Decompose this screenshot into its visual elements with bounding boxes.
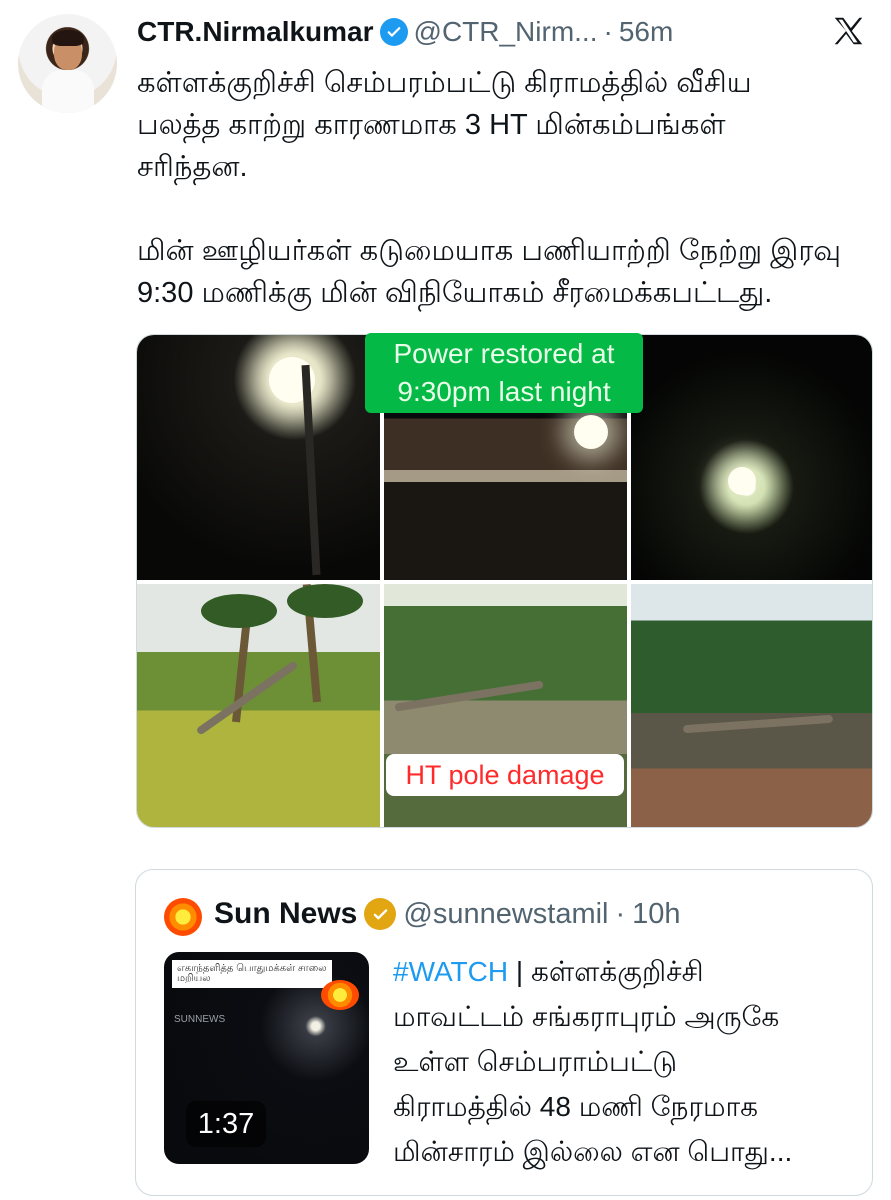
quoted-text-line: உள்ள செம்பராம்பட்டு — [393, 1046, 678, 1077]
x-logo-icon[interactable] — [829, 12, 867, 50]
tweet-header: CTR.Nirmalkumar @CTR_Nirm... · 56m — [137, 12, 831, 52]
tweet-text-line: 9:30 மணிக்கு மின் விநியோகம் சீரமைக்கபட்ட… — [137, 277, 773, 309]
palm-leaves — [201, 594, 277, 628]
fallen-pole — [394, 680, 544, 712]
thumbnail-banner: எகாந்தளித்த பொதுமக்கள் சாலை மறியல — [172, 960, 332, 988]
power-restored-line: Power restored at — [393, 338, 615, 369]
fallen-pole — [682, 714, 834, 734]
gold-verified-icon — [364, 898, 397, 930]
avatar-shirt — [42, 70, 94, 113]
electric-pole — [301, 364, 321, 576]
quoted-text-line: | கள்ளக்குறிச்சி — [508, 956, 704, 987]
quoted-text-line: மின்சாரம் இல்லை என பொது... — [393, 1136, 793, 1167]
video-thumbnail[interactable]: எகாந்தளித்த பொதுமக்கள் சாலை மறியல SUNNEW… — [164, 952, 369, 1164]
paddy-field-photo[interactable] — [137, 584, 380, 827]
time-separator: · — [603, 16, 613, 47]
fallen-pole — [195, 660, 299, 736]
pole-damage-label: HT pole damage — [386, 754, 624, 796]
quoted-tweet-text: #WATCH | கள்ளக்குறிச்சி மாவட்டம் சங்கராப… — [393, 949, 833, 1174]
street-lamp — [574, 415, 608, 449]
palm-leaves — [287, 584, 363, 618]
tweet-text-line: கள்ளக்குறிச்சி செம்பரம்பட்டு கிராமத்தில்… — [137, 67, 752, 99]
tweet-text-line: பலத்த காற்று காரணமாக 3 HT மின்கம்பங்கள் — [137, 109, 726, 141]
night-street-photo[interactable] — [137, 335, 380, 580]
street-lamp — [728, 467, 756, 495]
watch-hashtag[interactable]: #WATCH — [393, 956, 508, 987]
quoted-handle[interactable]: @sunnewstamil — [403, 898, 608, 931]
quoted-text-line: மாவட்டம் சங்கராபுரம் அருகே — [393, 1001, 780, 1032]
tweet-text-line: மின் ஊழியர்கள் கடுமையாக பணியாற்றி நேற்று… — [137, 235, 842, 267]
quoted-tweet[interactable]: Sun News @sunnewstamil · 10h எகாந்தளித்த… — [135, 869, 873, 1196]
lit-road-photo[interactable] — [631, 335, 872, 580]
avatar-hair — [52, 30, 84, 46]
power-restored-line: 9:30pm last night — [397, 376, 611, 407]
video-duration: 1:37 — [186, 1101, 266, 1147]
sun-news-thumbnail-logo-icon — [321, 980, 359, 1010]
quoted-time-separator: · — [615, 897, 626, 930]
power-restored-label: Power restored at 9:30pm last night — [365, 333, 643, 413]
verified-icon — [379, 18, 408, 46]
user-handle[interactable]: @CTR_Nirm... — [414, 16, 598, 48]
tweet-text: கள்ளக்குறிச்சி செம்பரம்பட்டு கிராமத்தில்… — [137, 62, 857, 314]
broken-pole-photo[interactable] — [631, 584, 872, 827]
quoted-first-line: #WATCH | கள்ளக்குறிச்சி — [393, 949, 833, 994]
tweet-time[interactable]: 56m — [619, 16, 673, 48]
thumbnail-watermark: SUNNEWS — [174, 1014, 226, 1025]
quoted-time[interactable]: 10h — [632, 898, 680, 931]
quoted-display-name[interactable]: Sun News — [214, 897, 357, 931]
profile-avatar[interactable] — [18, 14, 117, 113]
sun-news-logo-icon[interactable] — [164, 898, 202, 936]
quoted-text-line: கிராமத்தில் 48 மணி நேரமாக — [393, 1091, 759, 1122]
display-name[interactable]: CTR.Nirmalkumar — [137, 16, 374, 48]
quoted-tweet-header: Sun News @sunnewstamil · 10h — [214, 897, 681, 931]
tweet-text-line: சரிந்தன. — [137, 151, 248, 183]
